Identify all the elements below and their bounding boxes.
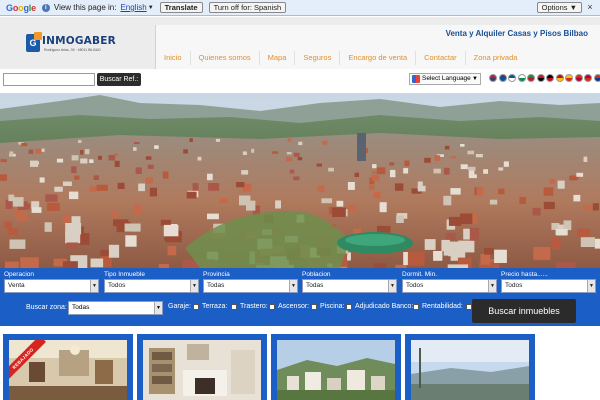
listing-photo[interactable]: REBAJADO <box>9 340 127 400</box>
reference-search-button[interactable]: Buscar Ref.: <box>97 73 141 86</box>
filter-select-precio[interactable]: Todos ▼ <box>501 279 596 293</box>
language-select-label: Select Language <box>422 75 471 82</box>
close-icon[interactable]: × <box>585 2 595 13</box>
language-flags <box>489 74 600 82</box>
nav-item-mapa[interactable]: Mapa <box>260 51 296 65</box>
trastero-label: Trastero: <box>240 303 268 310</box>
listing-card[interactable] <box>405 334 535 400</box>
chevron-down-icon: ▼ <box>388 280 396 292</box>
nav-panel: Venta y Alquiler Casas y Pisos Bilbao In… <box>155 25 600 69</box>
logo-tagline: Rodriguez Arias, 39 · 48011 BILBAO <box>44 48 101 52</box>
nav-item-zona-privada[interactable]: Zona privada <box>466 51 526 65</box>
search-properties-button[interactable]: Buscar inmuebles <box>472 299 576 323</box>
language-flag-icon[interactable] <box>565 74 573 82</box>
reference-search-row: Buscar Ref.: Select Language ▼ <box>0 69 600 93</box>
rentabilidad-label: Rentabilidad: <box>422 303 463 310</box>
language-flag-icon[interactable] <box>527 74 535 82</box>
garaje-checkbox[interactable] <box>193 304 199 310</box>
language-flag-icon[interactable] <box>517 74 526 82</box>
adjudicado-banco-label: Adjudicado Banco: <box>355 303 414 310</box>
filter-label-poblacion: Poblacion <box>302 271 331 278</box>
listing-photo[interactable] <box>143 340 261 400</box>
nav-item-inicio[interactable]: Inicio <box>156 51 191 65</box>
logo-name: INMOGABER <box>42 35 116 47</box>
garaje-label: Garaje: <box>168 303 191 310</box>
main-nav: Inicio Quienes somos Mapa Seguros Encarg… <box>156 51 525 65</box>
filter-value-provincia: Todas <box>207 282 225 289</box>
chevron-down-icon: ▼ <box>190 280 198 292</box>
zona-value: Todas <box>72 304 90 311</box>
filter-label-provincia: Provincia <box>203 271 230 278</box>
filter-select-tipo-inmueble[interactable]: Todos ▼ <box>104 279 199 293</box>
chevron-down-icon: ▼ <box>90 280 98 292</box>
language-flag-icon[interactable] <box>536 74 545 82</box>
filter-select-provincia[interactable]: Todas ▼ <box>203 279 298 293</box>
hero-city-image <box>0 93 600 268</box>
terraza-checkbox[interactable] <box>231 304 237 310</box>
nav-item-encargo-de-venta[interactable]: Encargo de venta <box>340 51 417 65</box>
zona-label: Buscar zona: <box>26 304 67 311</box>
google-translate-icon <box>412 75 420 83</box>
listing-photo[interactable] <box>411 340 529 400</box>
language-flag-icon[interactable] <box>508 74 516 82</box>
language-select[interactable]: Select Language ▼ <box>409 73 481 85</box>
language-flag-icon[interactable] <box>498 74 507 82</box>
filter-value-poblacion: Todas <box>306 282 324 289</box>
filter-value-precio: Todos <box>505 282 523 289</box>
nav-item-seguros[interactable]: Seguros <box>295 51 341 65</box>
options-button[interactable]: Options ▼ <box>536 2 582 13</box>
chevron-down-icon[interactable]: ▼ <box>148 5 154 11</box>
translate-bar: Google i View this page in: English ▼ Tr… <box>0 0 600 16</box>
filter-select-dormitorios[interactable]: Todos ▼ <box>402 279 497 293</box>
site-header: G INMOGABER Rodriguez Arias, 39 · 48011 … <box>0 17 600 69</box>
filter-label-operacion: Operacion <box>4 271 34 278</box>
language-flag-icon[interactable] <box>593 74 600 82</box>
listing-card[interactable]: REBAJADO <box>3 334 133 400</box>
nav-item-quienes-somos[interactable]: Quienes somos <box>191 51 260 65</box>
chevron-down-icon: ▼ <box>488 280 496 292</box>
piscina-checkbox[interactable] <box>346 304 352 310</box>
filter-select-poblacion[interactable]: Todas ▼ <box>302 279 397 293</box>
filter-value-tipo-inmueble: Todos <box>108 282 126 289</box>
adjudicado-banco-checkbox[interactable] <box>413 304 419 310</box>
nav-item-contactar[interactable]: Contactar <box>416 51 466 65</box>
google-logo: Google <box>6 2 36 13</box>
turn-off-button[interactable]: Turn off for: Spanish <box>208 2 287 13</box>
language-flag-icon[interactable] <box>555 74 564 82</box>
terraza-label: Terraza: <box>202 303 228 310</box>
info-icon[interactable]: i <box>41 3 50 12</box>
reference-input[interactable] <box>3 73 95 86</box>
language-link[interactable]: English <box>120 3 146 12</box>
filter-label-tipo-inmueble: Tipo Inmueble <box>104 271 145 278</box>
listing-cards: REBAJADO <box>0 334 600 400</box>
chevron-down-icon: ▼ <box>154 302 162 314</box>
piscina-label: Piscina: <box>320 303 345 310</box>
language-flag-icon[interactable] <box>546 74 554 82</box>
filter-label-dormitorios: Dormit. Min. <box>402 271 438 278</box>
filter-label-precio: Precio hasta...... <box>501 271 548 278</box>
translate-button[interactable]: Translate <box>159 2 203 13</box>
listing-card[interactable] <box>137 334 267 400</box>
chevron-down-icon: ▼ <box>289 280 297 292</box>
site-slogan: Venta y Alquiler Casas y Pisos Bilbao <box>445 29 588 38</box>
chevron-down-icon: ▼ <box>472 76 478 82</box>
filter-value-dormitorios: Todos <box>406 282 424 289</box>
ascensor-checkbox[interactable] <box>311 304 317 310</box>
language-flag-icon[interactable] <box>489 74 497 82</box>
logo-mark-icon: G <box>26 32 42 52</box>
listing-photo[interactable] <box>277 340 395 400</box>
language-flag-icon[interactable] <box>584 74 592 82</box>
ascensor-label: Ascensor: <box>278 303 310 310</box>
site-logo[interactable]: G INMOGABER Rodriguez Arias, 39 · 48011 … <box>20 32 116 58</box>
chevron-down-icon: ▼ <box>587 280 595 292</box>
filter-select-operacion[interactable]: Venta ▼ <box>4 279 99 293</box>
zona-select[interactable]: Todas ▼ <box>68 301 163 315</box>
language-flag-icon[interactable] <box>574 74 583 82</box>
view-page-text: View this page in: <box>53 3 117 12</box>
trastero-checkbox[interactable] <box>269 304 275 310</box>
listing-card[interactable] <box>271 334 401 400</box>
filter-value-operacion: Venta <box>8 282 25 289</box>
